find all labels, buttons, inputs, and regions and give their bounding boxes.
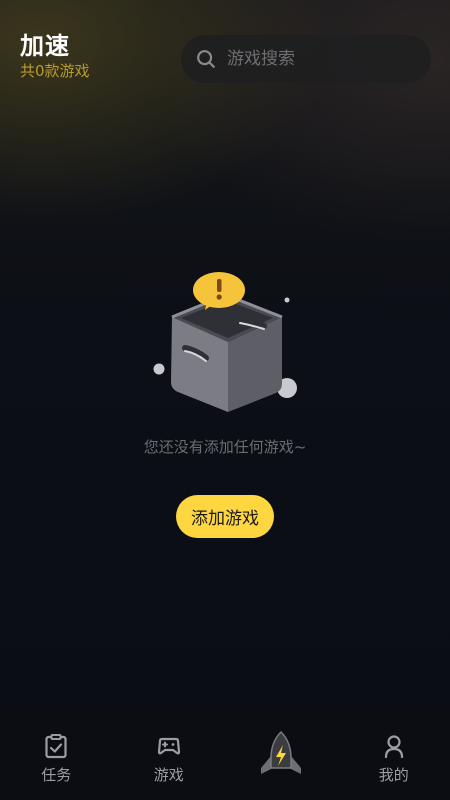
game-count-label: 共0款游戏 bbox=[20, 62, 90, 80]
gamepad-icon bbox=[157, 737, 180, 755]
nav-label-games: 游戏 bbox=[153, 766, 184, 784]
nav-item-boost[interactable] bbox=[225, 710, 338, 800]
nav-item-games[interactable]: 游戏 bbox=[113, 710, 226, 800]
add-game-button[interactable]: 添加游戏 bbox=[176, 495, 274, 538]
nav-item-profile[interactable]: 我的 bbox=[338, 710, 450, 800]
task-clipboard-icon bbox=[45, 734, 67, 759]
empty-state-message: 您还没有添加任何游戏~ bbox=[143, 438, 307, 456]
page-title: 加速 bbox=[20, 32, 70, 60]
nav-item-tasks[interactable]: 任务 bbox=[0, 710, 113, 800]
profile-icon bbox=[384, 735, 403, 759]
search-icon bbox=[197, 50, 215, 68]
search-input[interactable] bbox=[225, 48, 409, 70]
empty-box-icon bbox=[153, 272, 297, 412]
search-bar[interactable] bbox=[181, 35, 431, 83]
rocket-boost-icon bbox=[261, 730, 302, 774]
nav-label-tasks: 任务 bbox=[41, 766, 72, 784]
nav-label-profile: 我的 bbox=[378, 766, 409, 784]
bottom-navigation: 任务 游戏 我的 bbox=[0, 710, 450, 800]
